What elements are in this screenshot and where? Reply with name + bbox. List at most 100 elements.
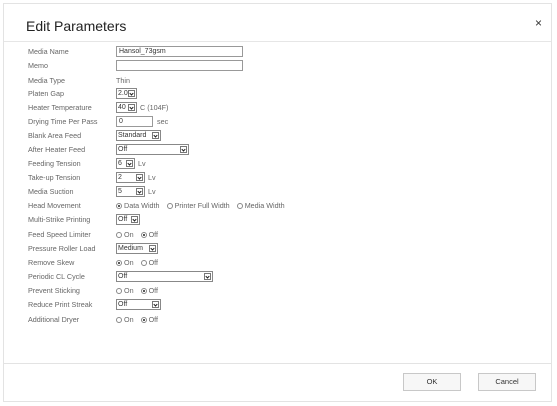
media-suction-select[interactable]: 5 xyxy=(116,186,145,197)
row-feeding-tension: Feeding Tension 6 Lv xyxy=(28,157,528,170)
additional-dryer-option-off[interactable]: Off xyxy=(140,313,159,326)
head-movement-option-media-width[interactable]: Media Width xyxy=(236,199,285,212)
media-type-label: Media Type xyxy=(28,76,66,85)
feed-speed-limiter-radio-group: On Off xyxy=(116,228,163,241)
row-head-movement: Head Movement Data Width Printer Full Wi… xyxy=(28,199,528,212)
prevent-sticking-option-on[interactable]: On xyxy=(116,284,134,297)
chevron-down-icon xyxy=(204,273,211,280)
radio-unchecked-icon[interactable] xyxy=(166,203,173,209)
remove-skew-option-off[interactable]: Off xyxy=(140,256,158,269)
feeding-tension-label: Feeding Tension xyxy=(28,159,81,168)
row-heater-temperature: Heater Temperature 40 C (104F) xyxy=(28,101,528,114)
radio-unchecked-icon[interactable] xyxy=(116,317,122,323)
blank-area-feed-value: Standard xyxy=(118,132,147,139)
radio-checked-icon[interactable] xyxy=(140,288,147,294)
row-media-name: Media Name Hansol_73gsm xyxy=(28,45,528,58)
radio-unchecked-icon[interactable] xyxy=(116,232,122,238)
pressure-roller-load-value: Medium xyxy=(118,245,143,252)
after-heater-feed-value: Off xyxy=(118,146,128,153)
after-heater-feed-select[interactable]: Off xyxy=(116,144,189,155)
after-heater-feed-label: After Heater Feed xyxy=(28,145,86,154)
row-remove-skew: Remove Skew On Off xyxy=(28,256,528,269)
takeup-tension-unit: Lv xyxy=(148,173,156,182)
row-reduce-print-streak: Reduce Print Streak Off xyxy=(28,298,528,311)
chevron-down-icon xyxy=(128,104,135,111)
periodic-cl-cycle-value: Off xyxy=(118,273,128,280)
prevent-sticking-radio-group: On Off xyxy=(116,284,163,297)
radio-checked-icon[interactable] xyxy=(140,317,147,323)
periodic-cl-cycle-label: Periodic CL Cycle xyxy=(28,272,85,281)
platen-gap-value: 2.0 xyxy=(118,90,128,97)
prevent-sticking-label: Prevent Sticking xyxy=(28,286,80,295)
radio-unchecked-icon[interactable] xyxy=(116,288,122,294)
radio-checked-icon[interactable] xyxy=(116,260,122,266)
radio-label: Media Width xyxy=(244,201,285,210)
heater-temperature-select[interactable]: 40 xyxy=(116,102,137,113)
pressure-roller-load-label: Pressure Roller Load xyxy=(28,244,96,253)
radio-label: Off xyxy=(148,315,159,324)
blank-area-feed-label: Blank Area Feed xyxy=(28,131,82,140)
multi-strike-label: Multi-Strike Printing xyxy=(28,215,91,224)
prevent-sticking-option-off[interactable]: Off xyxy=(140,284,159,297)
heater-temperature-unit: C (104F) xyxy=(140,103,169,112)
additional-dryer-option-on[interactable]: On xyxy=(116,313,134,326)
chevron-down-icon xyxy=(152,301,159,308)
head-movement-radio-group: Data Width Printer Full Width Media Widt… xyxy=(116,199,290,212)
remove-skew-radio-group: On Off xyxy=(116,256,163,269)
cancel-button[interactable]: Cancel xyxy=(478,373,536,391)
pressure-roller-load-select[interactable]: Medium xyxy=(116,243,158,254)
head-movement-option-printer-full-width[interactable]: Printer Full Width xyxy=(166,199,230,212)
head-movement-label: Head Movement xyxy=(28,201,81,210)
radio-unchecked-icon[interactable] xyxy=(236,203,243,209)
media-suction-value: 5 xyxy=(118,188,122,195)
chevron-down-icon xyxy=(152,132,159,139)
additional-dryer-radio-group: On Off xyxy=(116,313,163,326)
row-platen-gap: Platen Gap 2.0 xyxy=(28,87,528,100)
memo-label: Memo xyxy=(28,61,48,70)
media-type-value: Thin xyxy=(116,76,130,85)
media-name-input[interactable]: Hansol_73gsm xyxy=(116,46,243,57)
radio-label: Data Width xyxy=(124,201,160,210)
periodic-cl-cycle-select[interactable]: Off xyxy=(116,271,213,282)
chevron-down-icon xyxy=(180,146,187,153)
row-multi-strike: Multi-Strike Printing Off xyxy=(28,213,528,226)
memo-input[interactable] xyxy=(116,60,243,71)
row-blank-area-feed: Blank Area Feed Standard xyxy=(28,129,528,142)
heater-temperature-value: 40 xyxy=(118,104,126,111)
feed-speed-limiter-option-off[interactable]: Off xyxy=(140,228,159,241)
heater-temperature-label: Heater Temperature xyxy=(28,103,92,112)
takeup-tension-label: Take-up Tension xyxy=(28,173,81,182)
reduce-print-streak-select[interactable]: Off xyxy=(116,299,161,310)
close-icon[interactable]: × xyxy=(535,16,542,30)
row-media-suction: Media Suction 5 Lv xyxy=(28,185,528,198)
row-takeup-tension: Take-up Tension 2 Lv xyxy=(28,171,528,184)
feeding-tension-select[interactable]: 6 xyxy=(116,158,135,169)
platen-gap-select[interactable]: 2.0 xyxy=(116,88,137,99)
row-memo: Memo xyxy=(28,59,528,72)
radio-label: Off xyxy=(148,286,159,295)
media-name-label: Media Name xyxy=(28,47,69,56)
media-suction-label: Media Suction xyxy=(28,187,74,196)
radio-checked-icon[interactable] xyxy=(140,232,147,238)
radio-checked-icon[interactable] xyxy=(116,203,122,209)
blank-area-feed-select[interactable]: Standard xyxy=(116,130,161,141)
feed-speed-limiter-option-on[interactable]: On xyxy=(116,228,134,241)
row-periodic-cl-cycle: Periodic CL Cycle Off xyxy=(28,270,528,283)
edit-parameters-dialog: Edit Parameters × Media Name Hansol_73gs… xyxy=(3,3,552,402)
multi-strike-select[interactable]: Off xyxy=(116,214,140,225)
row-after-heater-feed: After Heater Feed Off xyxy=(28,143,528,156)
dialog-header: Edit Parameters × xyxy=(4,4,551,42)
reduce-print-streak-value: Off xyxy=(118,301,128,308)
head-movement-option-data-width[interactable]: Data Width xyxy=(116,199,160,212)
radio-unchecked-icon[interactable] xyxy=(140,260,147,266)
parameters-form: Media Name Hansol_73gsm Memo Media Type … xyxy=(28,45,538,354)
ok-button[interactable]: OK xyxy=(403,373,461,391)
chevron-down-icon xyxy=(128,90,135,97)
takeup-tension-select[interactable]: 2 xyxy=(116,172,145,183)
dialog-title: Edit Parameters xyxy=(26,18,127,34)
drying-time-input[interactable]: 0 xyxy=(116,116,153,127)
row-feed-speed-limiter: Feed Speed Limiter On Off xyxy=(28,228,528,241)
platen-gap-label: Platen Gap xyxy=(28,89,64,98)
radio-label: Off xyxy=(148,230,159,239)
remove-skew-option-on[interactable]: On xyxy=(116,256,134,269)
